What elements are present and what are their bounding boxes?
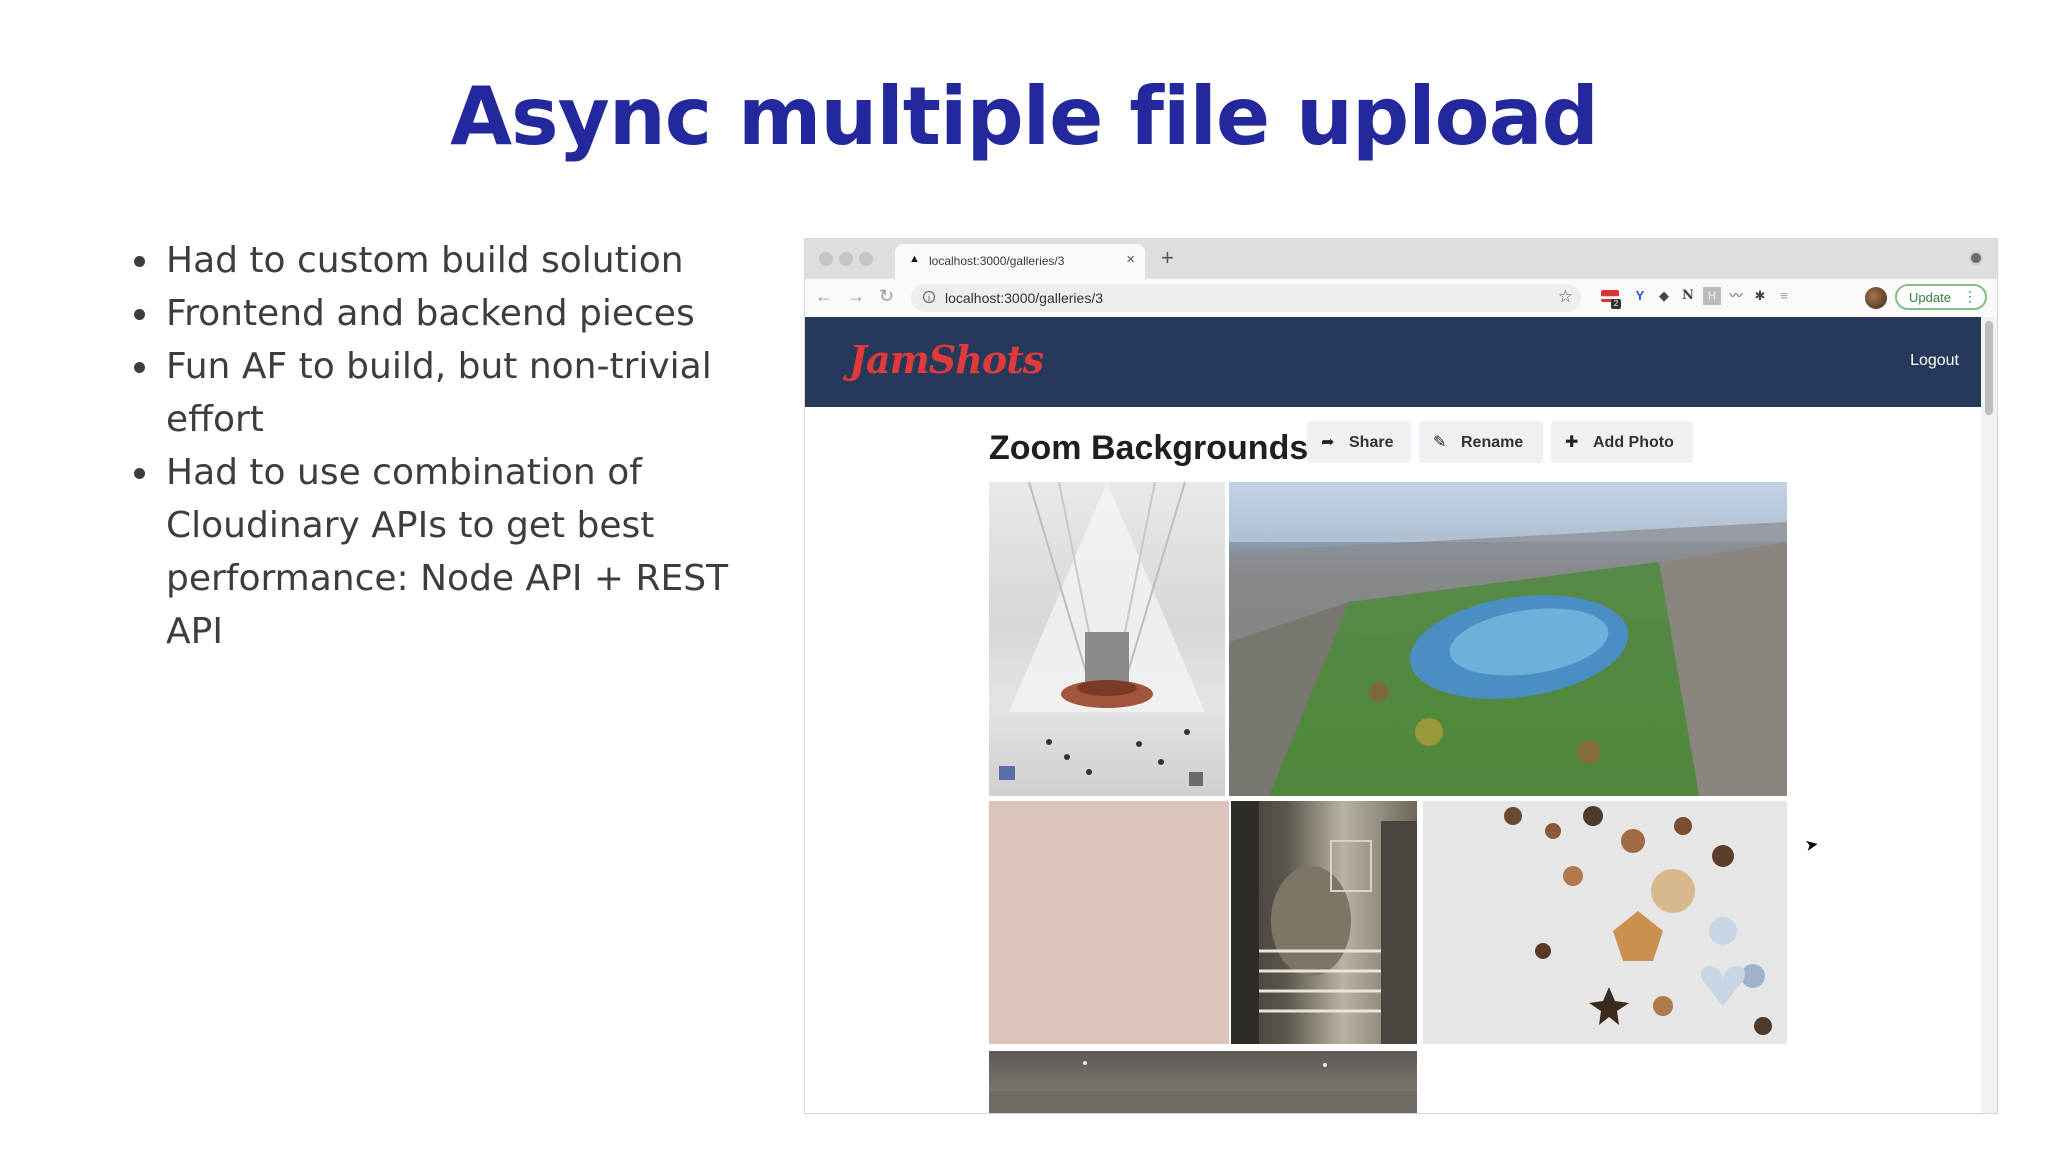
photo-interior-partial[interactable] [989,1051,1417,1113]
bullet-item: Had to use combination of Cloudinary API… [162,446,762,658]
address-bar[interactable]: i localhost:3000/galleries/3 ☆ [911,284,1581,312]
forward-arrow-icon[interactable]: → [847,286,865,307]
bullet-item: Fun AF to build, but non-trivial effort [162,340,762,446]
plus-icon: ✚ [1565,434,1579,451]
new-tab-button[interactable]: + [1161,245,1174,271]
edit-icon: ✎ [1433,434,1447,451]
gallery-title: Zoom Backgrounds [989,429,1309,467]
kebab-menu-icon[interactable]: ⋮ [1963,288,1977,305]
photo-park-graphic [1229,482,1787,796]
tab-close-icon[interactable]: × [1126,251,1135,268]
extension-y-icon[interactable]: Y [1631,287,1649,305]
extension-badge: 2 [1611,299,1621,309]
slide-title: Async multiple file upload [450,70,1599,163]
photo-central-park-aerial[interactable] [1229,482,1787,796]
tab-title: localhost:3000/galleries/3 [929,254,1065,268]
extension-wave-icon[interactable]: 〰 [1727,287,1745,305]
photo-holiday-cookies[interactable] [1423,801,1787,1044]
update-label: Update [1909,290,1951,305]
reload-icon[interactable]: ↻ [879,286,894,307]
page-scrollbar[interactable] [1981,317,1997,1113]
bullet-item: Had to custom build solution [162,234,762,287]
tab-strip: ▲ localhost:3000/galleries/3 × + [805,239,1997,279]
extension-bird-icon[interactable]: ◆ [1655,287,1673,305]
photo-oculus-graphic [999,482,1205,786]
share-icon: ➦ [1321,434,1335,451]
reading-list-icon[interactable]: ≡ [1775,287,1793,305]
update-button[interactable]: Update ⋮ [1895,284,1987,310]
add-photo-button[interactable]: ✚ Add Photo [1551,421,1693,463]
add-photo-label: Add Photo [1593,434,1674,451]
info-icon[interactable]: i [923,291,935,303]
back-arrow-icon[interactable]: ← [815,286,833,307]
extension-h-icon[interactable]: H [1703,287,1721,305]
logout-link[interactable]: Logout [1910,352,1959,370]
mouse-cursor-icon: ➤ [1803,835,1820,856]
browser-window: ▲ localhost:3000/galleries/3 × + ← → ↻ i… [804,238,1998,1114]
jamshots-logo[interactable]: JamShots [849,337,1044,382]
rename-label: Rename [1461,434,1524,451]
bullet-item: Frontend and backend pieces [162,287,762,340]
photo-office-window[interactable] [1231,801,1417,1044]
web-page: JamShots Logout Zoom Backgrounds ➦ Share… [805,317,1997,1113]
photo-cookies-graphic [1504,806,1772,1035]
share-button[interactable]: ➦ Share [1307,421,1411,463]
extensions-puzzle-icon[interactable]: ✱ [1751,287,1769,305]
bullet-list: Had to custom build solution Frontend an… [128,234,762,658]
photo-interior-graphic [989,1061,1417,1113]
window-close-dot[interactable] [819,252,833,266]
browser-toolbar: ← → ↻ i localhost:3000/galleries/3 ☆ ▬▬ … [805,279,1997,318]
address-url[interactable]: localhost:3000/galleries/3 [945,290,1103,306]
scroll-thumb[interactable] [1985,321,1993,415]
window-zoom-dot[interactable] [859,252,873,266]
app-navbar: JamShots Logout [805,317,1981,407]
rename-button[interactable]: ✎ Rename [1419,421,1543,463]
browser-tab[interactable]: ▲ localhost:3000/galleries/3 × [895,244,1145,279]
notion-icon[interactable]: N [1679,287,1697,305]
share-label: Share [1349,434,1394,451]
vercel-favicon-icon: ▲ [909,253,920,265]
photo-oculus-hall[interactable] [989,482,1225,796]
photo-office-graphic [1231,801,1417,1044]
browser-menu-icon[interactable] [1969,251,1983,265]
photo-pink-wall[interactable] [989,801,1229,1044]
bookmark-star-icon[interactable]: ☆ [1558,287,1573,307]
avatar[interactable] [1865,287,1887,309]
window-minimize-dot[interactable] [839,252,853,266]
